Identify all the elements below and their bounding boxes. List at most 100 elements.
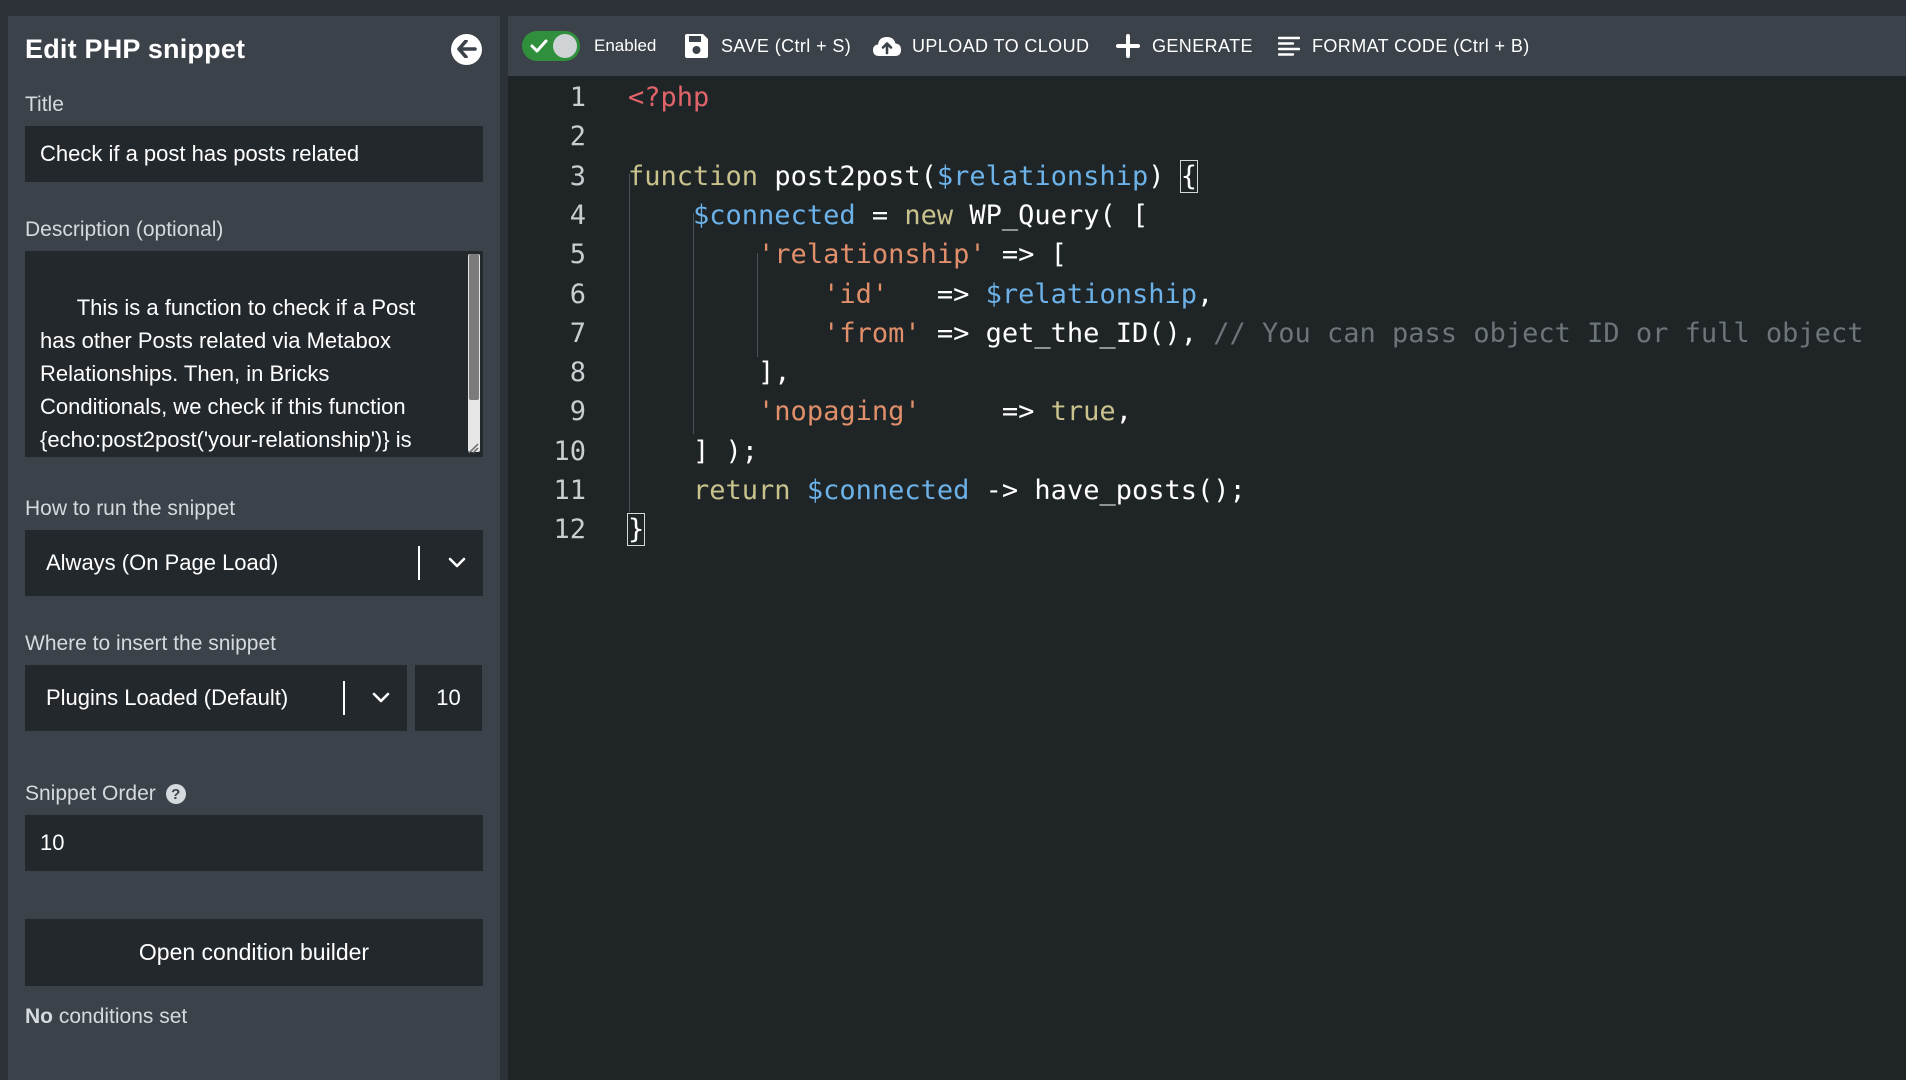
code-token: return	[693, 475, 791, 506]
code-token: ],	[628, 357, 791, 389]
code-token: ] );	[628, 435, 759, 467]
chevron-down-icon	[448, 557, 466, 568]
code-token: ,	[1115, 396, 1132, 428]
line-number: 1	[569, 82, 586, 113]
toggle-knob	[553, 34, 577, 58]
enabled-label: Enabled	[594, 36, 657, 55]
snippet-settings-sidebar: Edit PHP snippet Title Check if a post h…	[8, 16, 500, 1080]
code-token: $relationship	[985, 278, 1197, 310]
code-token: true	[1050, 396, 1116, 428]
description-textarea[interactable]: This is a function to check if a Post ha…	[25, 251, 483, 457]
title-input[interactable]: Check if a post has posts related	[25, 126, 483, 182]
cloud-upload-icon	[873, 37, 901, 56]
code-token: => [	[985, 239, 1067, 271]
run-mode-select[interactable]: Always (On Page Load)	[25, 530, 483, 596]
code-text: ] );	[628, 432, 758, 471]
format-code-button[interactable]: FORMAT CODE (Ctrl + B)	[1278, 16, 1530, 76]
insert-location-select[interactable]: Plugins Loaded (Default)	[25, 665, 407, 731]
code-text: return $connected -> have_posts();	[628, 471, 1246, 510]
resize-grip-icon[interactable]	[467, 442, 479, 454]
upload-label: UPLOAD TO CLOUD	[912, 35, 1090, 56]
floppy-disk-icon	[685, 34, 708, 58]
condition-status: No conditions set	[25, 1005, 483, 1029]
chevron-down-icon	[372, 692, 390, 703]
check-icon	[530, 39, 548, 53]
code-token: =	[855, 199, 905, 231]
line-number: 10	[553, 435, 586, 467]
code-text: 'nopaging' => true,	[628, 392, 1132, 431]
open-condition-builder-button[interactable]: Open condition builder	[25, 919, 483, 986]
code-token: $connected	[806, 475, 970, 506]
code-token: =>	[920, 396, 1051, 428]
insert-location-row: Plugins Loaded (Default) 10	[25, 665, 483, 731]
code-token: )	[1148, 160, 1181, 192]
run-mode-label: How to run the snippet	[25, 497, 236, 520]
scrollbar-thumb[interactable]	[469, 254, 479, 400]
back-button[interactable]	[451, 33, 482, 65]
line-number: 9	[569, 396, 586, 428]
upload-to-cloud-button[interactable]: UPLOAD TO CLOUD	[872, 16, 1089, 76]
code-token: 'from'	[823, 317, 921, 349]
code-token: $connected	[693, 199, 856, 231]
insert-location-label: Where to insert the snippet	[25, 632, 276, 655]
line-number: 12	[553, 514, 586, 546]
code-token: {	[1179, 159, 1199, 193]
priority-input[interactable]: 10	[415, 665, 482, 731]
line-number: 8	[569, 357, 586, 389]
code-token: 'relationship'	[758, 239, 986, 271]
description-text: This is a function to check if a Post ha…	[40, 295, 416, 452]
help-icon[interactable]: ?	[165, 784, 186, 804]
condition-status-count: No	[25, 1005, 53, 1028]
save-button[interactable]: SAVE (Ctrl + S)	[683, 16, 851, 76]
code-text: 'relationship' => [	[628, 235, 1067, 274]
code-text: $connected = new WP_Query( [	[628, 196, 1148, 235]
line-number: 5	[569, 239, 586, 271]
code-text: 'id' => $relationship,	[628, 275, 1213, 314]
line-number: 4	[569, 199, 586, 231]
enabled-toggle[interactable]: Enabled	[522, 16, 656, 76]
toggle-switch[interactable]	[522, 31, 580, 61]
insert-location-value: Plugins Loaded (Default)	[46, 685, 289, 710]
code-token: ,	[1196, 278, 1214, 310]
condition-status-text: conditions set	[53, 1005, 188, 1028]
sidebar-title: Edit PHP snippet	[25, 33, 246, 64]
code-token: $relationship	[936, 160, 1149, 192]
description-scrollbar[interactable]	[468, 254, 480, 452]
align-left-icon	[1278, 36, 1300, 56]
select-divider	[343, 681, 345, 715]
format-label: FORMAT CODE (Ctrl + B)	[1312, 35, 1530, 56]
line-number: 11	[553, 475, 586, 506]
code-text: ],	[628, 353, 791, 392]
code-token: // You can pass object ID or full object	[1213, 317, 1864, 349]
app-window: Edit PHP snippet Title Check if a post h…	[0, 0, 1906, 1080]
save-label: SAVE (Ctrl + S)	[721, 35, 852, 56]
plus-icon	[1116, 34, 1140, 58]
select-divider	[418, 546, 420, 580]
snippet-order-label: Snippet Order ?	[25, 782, 483, 806]
snippet-order-label-text: Snippet Order	[25, 782, 156, 805]
code-text: <?php	[628, 78, 709, 117]
code-token: function	[628, 160, 775, 192]
code-token: 'nopaging'	[758, 396, 921, 428]
code-token: new	[904, 199, 954, 231]
editor-toolbar: Enabled SAVE (Ctrl + S) UPLOAD TO CLOUD …	[508, 16, 1906, 76]
code-token: post2post(	[774, 160, 937, 192]
description-label: Description (optional)	[25, 218, 224, 241]
line-number: 2	[569, 121, 586, 153]
line-number: 6	[569, 278, 586, 310]
code-token: <?php	[628, 82, 710, 113]
run-mode-value: Always (On Page Load)	[46, 550, 279, 575]
generate-button[interactable]: GENERATE	[1116, 16, 1253, 76]
code-token: }	[626, 513, 646, 547]
title-label: Title	[25, 93, 64, 116]
snippet-order-input[interactable]: 10	[25, 815, 483, 871]
line-number: 7	[569, 317, 586, 349]
code-editor[interactable]: 1 <?php 2 3 function post2post($relationship…	[508, 76, 1906, 1080]
line-number: 3	[569, 160, 586, 192]
